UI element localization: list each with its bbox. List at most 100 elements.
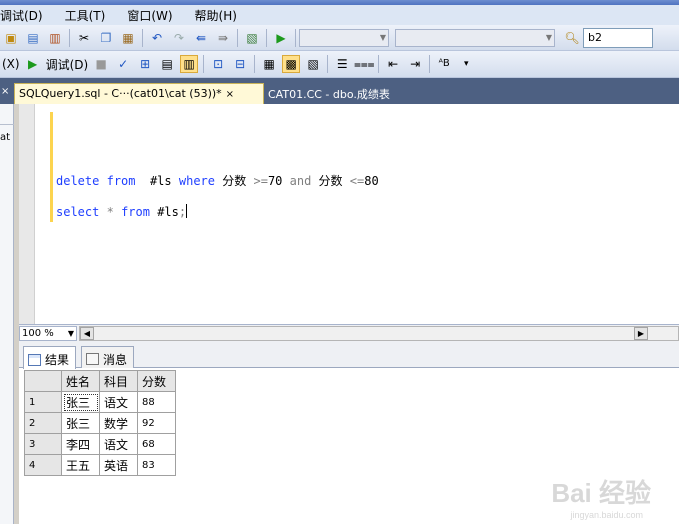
object-explorer-pane: at xyxy=(0,104,14,524)
include-plan-icon[interactable]: ⊡ xyxy=(209,55,227,73)
toolbar-separator xyxy=(295,28,296,47)
scroll-left-icon[interactable]: ◀ xyxy=(80,327,94,340)
baidu-watermark: Bai 经验 xyxy=(551,478,651,508)
scroll-right-icon[interactable]: ▶ xyxy=(634,327,648,340)
results-to-grid-icon[interactable]: ▥ xyxy=(180,55,199,73)
execute-label[interactable]: (X) xyxy=(2,57,20,71)
column-header-score[interactable]: 分数 xyxy=(137,370,176,392)
query-editor[interactable]: delete from #ls where 分数 >=70 and 分数 <=8… xyxy=(19,104,679,324)
paste-icon[interactable]: ▦ xyxy=(119,29,137,47)
debug-play-icon[interactable]: ▶ xyxy=(24,55,42,73)
decrease-indent-icon[interactable]: ⇤ xyxy=(384,55,402,73)
toolbar-separator xyxy=(327,55,329,73)
results-grid-icon[interactable]: ▩ xyxy=(282,55,301,73)
menu-tools[interactable]: 工具(T) xyxy=(65,7,106,24)
code-line-select: select * from #ls; xyxy=(56,204,188,219)
zoom-select[interactable]: 100 % ▼ xyxy=(19,325,77,341)
text-caret xyxy=(186,204,188,218)
document-tab-strip: × SQLQuery1.sql - C···(cat01\cat (53))* ×… xyxy=(0,78,679,104)
row-header[interactable]: 4 xyxy=(24,454,62,476)
column-header-subject[interactable]: 科目 xyxy=(99,370,138,392)
query-designer-icon[interactable]: ▤ xyxy=(158,55,176,73)
table-row: 2 张三 数学 92 xyxy=(24,412,176,434)
save-all-icon[interactable]: ▥ xyxy=(46,29,64,47)
horizontal-scrollbar[interactable]: ◀ ▶ xyxy=(79,326,679,341)
row-header[interactable]: 3 xyxy=(24,433,62,455)
results-file-icon[interactable]: ▧ xyxy=(304,55,322,73)
parse-check-icon[interactable]: ✓ xyxy=(114,55,132,73)
comment-icon[interactable]: ☰ xyxy=(333,55,351,73)
grid-corner[interactable] xyxy=(24,370,62,392)
toolbar-separator xyxy=(203,55,205,73)
client-stats-icon[interactable]: ⊟ xyxy=(231,55,249,73)
column-header-name[interactable]: 姓名 xyxy=(61,370,100,392)
toolbar-separator xyxy=(254,55,256,73)
cell-subject[interactable]: 数学 xyxy=(99,412,138,434)
row-header[interactable]: 1 xyxy=(24,391,62,413)
tab-sqlquery1[interactable]: SQLQuery1.sql - C···(cat01\cat (53))* × xyxy=(14,83,264,104)
open-icon[interactable]: ▣ xyxy=(2,29,20,47)
stop-icon[interactable]: ■ xyxy=(92,55,110,73)
editor-zoom-bar: 100 % ▼ ◀ ▶ xyxy=(19,324,679,341)
table-row: 4 王五 英语 83 xyxy=(24,454,176,476)
results-text-icon[interactable]: ▦ xyxy=(260,55,278,73)
redo-icon[interactable]: ↷ xyxy=(170,29,188,47)
find-in-files-icon[interactable]: 🔍︎ xyxy=(563,29,581,47)
divider xyxy=(0,124,14,125)
toolbar-separator xyxy=(142,28,143,47)
tab-results[interactable]: 结果 xyxy=(23,346,77,369)
start-debug-icon[interactable]: ▶ xyxy=(272,29,290,47)
row-header[interactable]: 2 xyxy=(24,412,62,434)
toolbar-separator xyxy=(69,28,70,47)
grid-header-row: 姓名 科目 分数 xyxy=(24,370,176,392)
results-pane: 结果 消息 姓名 科目 分数 1 张三 语文 88 2 张三 数学 92 3 李… xyxy=(19,341,679,524)
close-icon[interactable]: × xyxy=(226,89,234,100)
toolbar-overflow-icon[interactable]: ▾ xyxy=(457,55,475,73)
cell-score[interactable]: 83 xyxy=(137,454,176,476)
cell-subject[interactable]: 语文 xyxy=(99,391,138,413)
navigate-back-icon[interactable]: ⇚ xyxy=(192,29,210,47)
undo-icon[interactable]: ↶ xyxy=(148,29,166,47)
toolbar-separator xyxy=(237,28,238,47)
cell-score[interactable]: 88 xyxy=(137,391,176,413)
standard-toolbar: ▣ ▤ ▥ ✂ ❐ ▦ ↶ ↷ ⇚ ⇛ ▧ ▶ ▼ ▼ 🔍︎ xyxy=(0,25,679,51)
image-icon[interactable]: ▧ xyxy=(243,29,261,47)
change-tracking-bar xyxy=(50,112,53,222)
cell-score[interactable]: 92 xyxy=(137,412,176,434)
specify-values-icon[interactable]: ᴬB xyxy=(435,55,453,73)
find-input[interactable] xyxy=(583,27,653,48)
cell-name[interactable]: 张三 xyxy=(61,391,100,413)
tab-label: SQLQuery1.sql - C···(cat01\cat (53))* xyxy=(19,87,222,100)
toolbar-separator xyxy=(429,55,431,73)
cell-name[interactable]: 张三 xyxy=(61,412,100,434)
tab-cat01-table[interactable]: CAT01.CC - dbo.成绩表 xyxy=(264,83,394,104)
cell-name[interactable]: 王五 xyxy=(61,454,100,476)
new-query-icon[interactable]: ▤ xyxy=(24,29,42,47)
solution-platform-combo[interactable]: ▼ xyxy=(395,28,555,47)
display-plan-icon[interactable]: ⊞ xyxy=(136,55,154,73)
menu-help[interactable]: 帮助(H) xyxy=(195,7,237,24)
code-line-delete: delete from #ls where 分数 >=70 and 分数 <=8… xyxy=(56,174,379,188)
results-grid[interactable]: 姓名 科目 分数 1 张三 语文 88 2 张三 数学 92 3 李四 语文 6… xyxy=(24,370,176,476)
solution-config-combo[interactable]: ▼ xyxy=(299,28,389,47)
table-row: 3 李四 语文 68 xyxy=(24,433,176,455)
menu-debug[interactable]: 调试(D) xyxy=(0,7,43,24)
chevron-down-icon: ▼ xyxy=(67,328,74,338)
debug-button[interactable]: 调试(D) xyxy=(46,56,89,73)
cell-subject[interactable]: 语文 xyxy=(99,433,138,455)
results-tab-strip: 结果 消息 xyxy=(19,341,679,369)
close-icon[interactable]: × xyxy=(1,86,9,97)
cut-icon[interactable]: ✂ xyxy=(75,29,93,47)
sql-editor-toolbar: (X) ▶ 调试(D) ■ ✓ ⊞ ▤ ▥ ⊡ ⊟ ▦ ▩ ▧ ☰ ⩶ ⇤ ⇥ … xyxy=(0,51,679,78)
tab-messages[interactable]: 消息 xyxy=(81,346,135,368)
increase-indent-icon[interactable]: ⇥ xyxy=(406,55,424,73)
cell-name[interactable]: 李四 xyxy=(61,433,100,455)
editor-gutter xyxy=(19,104,35,324)
cell-subject[interactable]: 英语 xyxy=(99,454,138,476)
cell-score[interactable]: 68 xyxy=(137,433,176,455)
uncomment-icon[interactable]: ⩶ xyxy=(354,55,375,73)
navigate-forward-icon[interactable]: ⇛ xyxy=(214,29,232,47)
copy-icon[interactable]: ❐ xyxy=(97,29,115,47)
menu-window[interactable]: 窗口(W) xyxy=(127,7,172,24)
baidu-watermark-url: jingyan.baidu.com xyxy=(570,510,643,520)
